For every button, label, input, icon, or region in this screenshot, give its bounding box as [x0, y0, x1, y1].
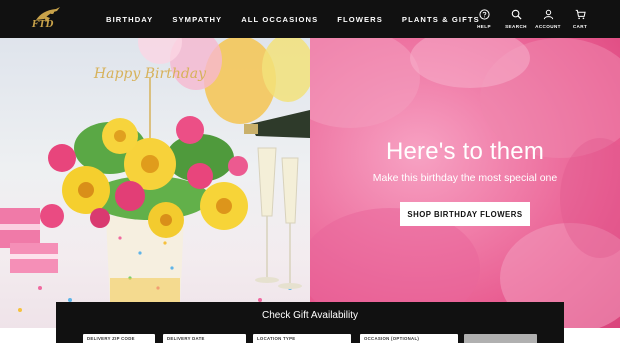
cake-topper-text: Happy Birthday — [93, 66, 207, 82]
location-type-select[interactable]: LOCATION TYPE — [253, 334, 351, 343]
ftd-logo[interactable]: FTD — [30, 6, 66, 32]
nav-all-occasions[interactable]: ALL OCCASIONS — [241, 15, 318, 24]
hero-subtitle: Make this birthday the most special one — [372, 172, 558, 184]
hero-title: Here's to them — [385, 138, 545, 165]
search-button[interactable]: SEARCH — [500, 0, 532, 38]
cart-icon — [575, 9, 586, 20]
cart-label: CART — [572, 24, 588, 29]
check-availability-button[interactable] — [464, 334, 537, 343]
shop-birthday-flowers-button[interactable]: SHOP BIRTHDAY FLOWERS — [400, 202, 530, 226]
main-nav: BIRTHDAY SYMPATHY ALL OCCASIONS FLOWERS … — [106, 0, 499, 38]
help-icon — [478, 9, 490, 20]
location-type-label: LOCATION TYPE — [257, 336, 296, 341]
delivery-date-label: DELIVERY DATE — [167, 336, 205, 341]
gift-availability-panel: Check Gift Availability DELIVERY ZIP COD… — [56, 302, 564, 343]
utility-nav: HELP SEARCH ACCOUNT CART — [468, 0, 596, 38]
help-label: HELP — [477, 24, 491, 29]
logo-text: FTD — [32, 20, 54, 30]
occasion-label: OCCASION (OPTIONAL) — [364, 336, 420, 341]
delivery-zip-label: DELIVERY ZIP CODE — [87, 336, 135, 341]
nav-sympathy[interactable]: SYMPATHY — [172, 15, 222, 24]
nav-flowers[interactable]: FLOWERS — [337, 15, 383, 24]
nav-birthday[interactable]: BIRTHDAY — [106, 15, 153, 24]
account-icon — [543, 9, 553, 20]
search-label: SEARCH — [505, 24, 527, 29]
search-icon — [511, 9, 522, 20]
help-button[interactable]: HELP — [468, 0, 500, 38]
hero-product-image[interactable]: Happy Birthday — [0, 38, 310, 328]
hero-banner: Here's to them Make this birthday the mo… — [310, 38, 620, 328]
availability-title: Check Gift Availability — [262, 310, 358, 321]
occasion-select[interactable]: OCCASION (OPTIONAL) — [360, 334, 458, 343]
account-label: ACCOUNT — [535, 24, 561, 29]
cart-button[interactable]: CART — [564, 0, 596, 38]
delivery-zip-field[interactable]: DELIVERY ZIP CODE — [83, 334, 155, 343]
site-header: FTD BIRTHDAY SYMPATHY ALL OCCASIONS FLOW… — [0, 0, 620, 38]
birthday-bouquet-illustration: Happy Birthday — [0, 38, 310, 316]
delivery-date-field[interactable]: DELIVERY DATE — [163, 334, 246, 343]
account-button[interactable]: ACCOUNT — [532, 0, 564, 38]
